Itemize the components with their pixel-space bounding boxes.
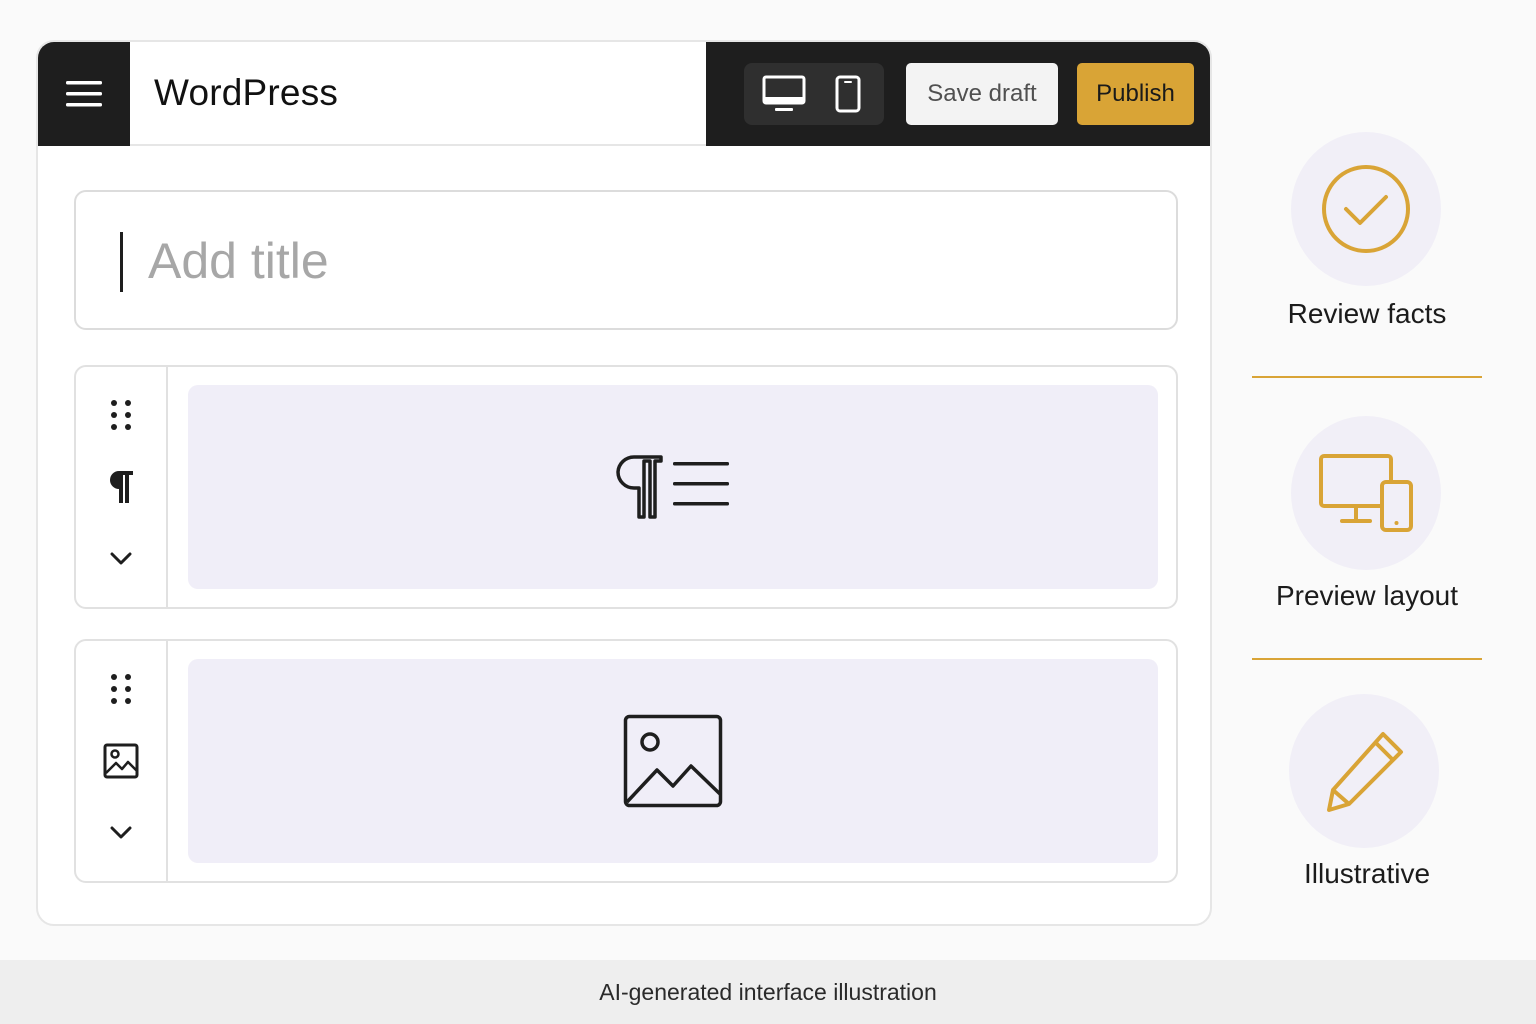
block-move-down-button[interactable] — [96, 813, 146, 853]
brand-title: WordPress — [154, 72, 339, 113]
footer-caption: AI-generated interface illustration — [0, 960, 1536, 1024]
sidebar-divider — [1252, 658, 1482, 660]
paragraph-block[interactable] — [74, 365, 1178, 609]
block-move-down-button[interactable] — [96, 539, 146, 579]
pencil-icon — [1327, 732, 1403, 812]
block-type-button[interactable] — [96, 467, 146, 507]
device-preview-toggle — [744, 63, 884, 125]
icon-circle — [1289, 694, 1439, 848]
text-caret — [120, 232, 123, 292]
caption-text: AI-generated interface illustration — [599, 978, 937, 1005]
sidebar-item-label: Review facts — [1287, 298, 1447, 329]
icon-circle — [1291, 416, 1441, 570]
desktop-preview-button[interactable] — [758, 73, 810, 115]
brand-area: WordPress — [130, 42, 706, 146]
editor-toolbar: WordPress Save draft Publish — [38, 42, 1210, 146]
drag-handle-icon — [111, 674, 131, 704]
paragraph-lines-icon — [616, 455, 729, 519]
publish-button[interactable]: Publish — [1077, 63, 1194, 125]
sidebar-item-label: Preview layout — [1275, 580, 1459, 611]
drag-handle-icon — [111, 400, 131, 430]
block-rail — [76, 641, 168, 881]
image-block[interactable] — [74, 639, 1178, 883]
save-draft-button[interactable]: Save draft — [906, 63, 1058, 125]
toolbar-actions: Save draft Publish — [706, 42, 1210, 146]
sidebar-item-label: Illustrative — [1303, 858, 1431, 889]
image-block-canvas[interactable] — [188, 659, 1158, 863]
block-type-button[interactable] — [96, 741, 146, 781]
menu-button[interactable] — [38, 42, 130, 146]
drag-handle-button[interactable] — [96, 669, 146, 709]
chevron-down-icon — [110, 826, 132, 839]
title-field[interactable] — [74, 190, 1178, 330]
icon-circle — [1291, 132, 1441, 286]
paragraph-block-canvas[interactable] — [188, 385, 1158, 589]
image-icon — [103, 743, 139, 779]
image-placeholder-icon — [623, 714, 723, 808]
check-circle-icon — [1322, 165, 1410, 253]
devices-icon — [1319, 454, 1413, 532]
hamburger-menu-icon — [66, 81, 102, 107]
sidebar-divider — [1252, 376, 1482, 378]
title-input[interactable] — [146, 222, 1130, 300]
editor-window: WordPress Save draft Publish Add title — [36, 40, 1212, 926]
chevron-down-icon — [110, 552, 132, 565]
pilcrow-icon — [110, 471, 133, 503]
desktop-monitor-icon — [762, 75, 806, 111]
mobile-phone-icon — [835, 75, 861, 113]
drag-handle-button[interactable] — [96, 395, 146, 435]
block-rail — [76, 367, 168, 607]
mobile-preview-button[interactable] — [822, 73, 874, 115]
